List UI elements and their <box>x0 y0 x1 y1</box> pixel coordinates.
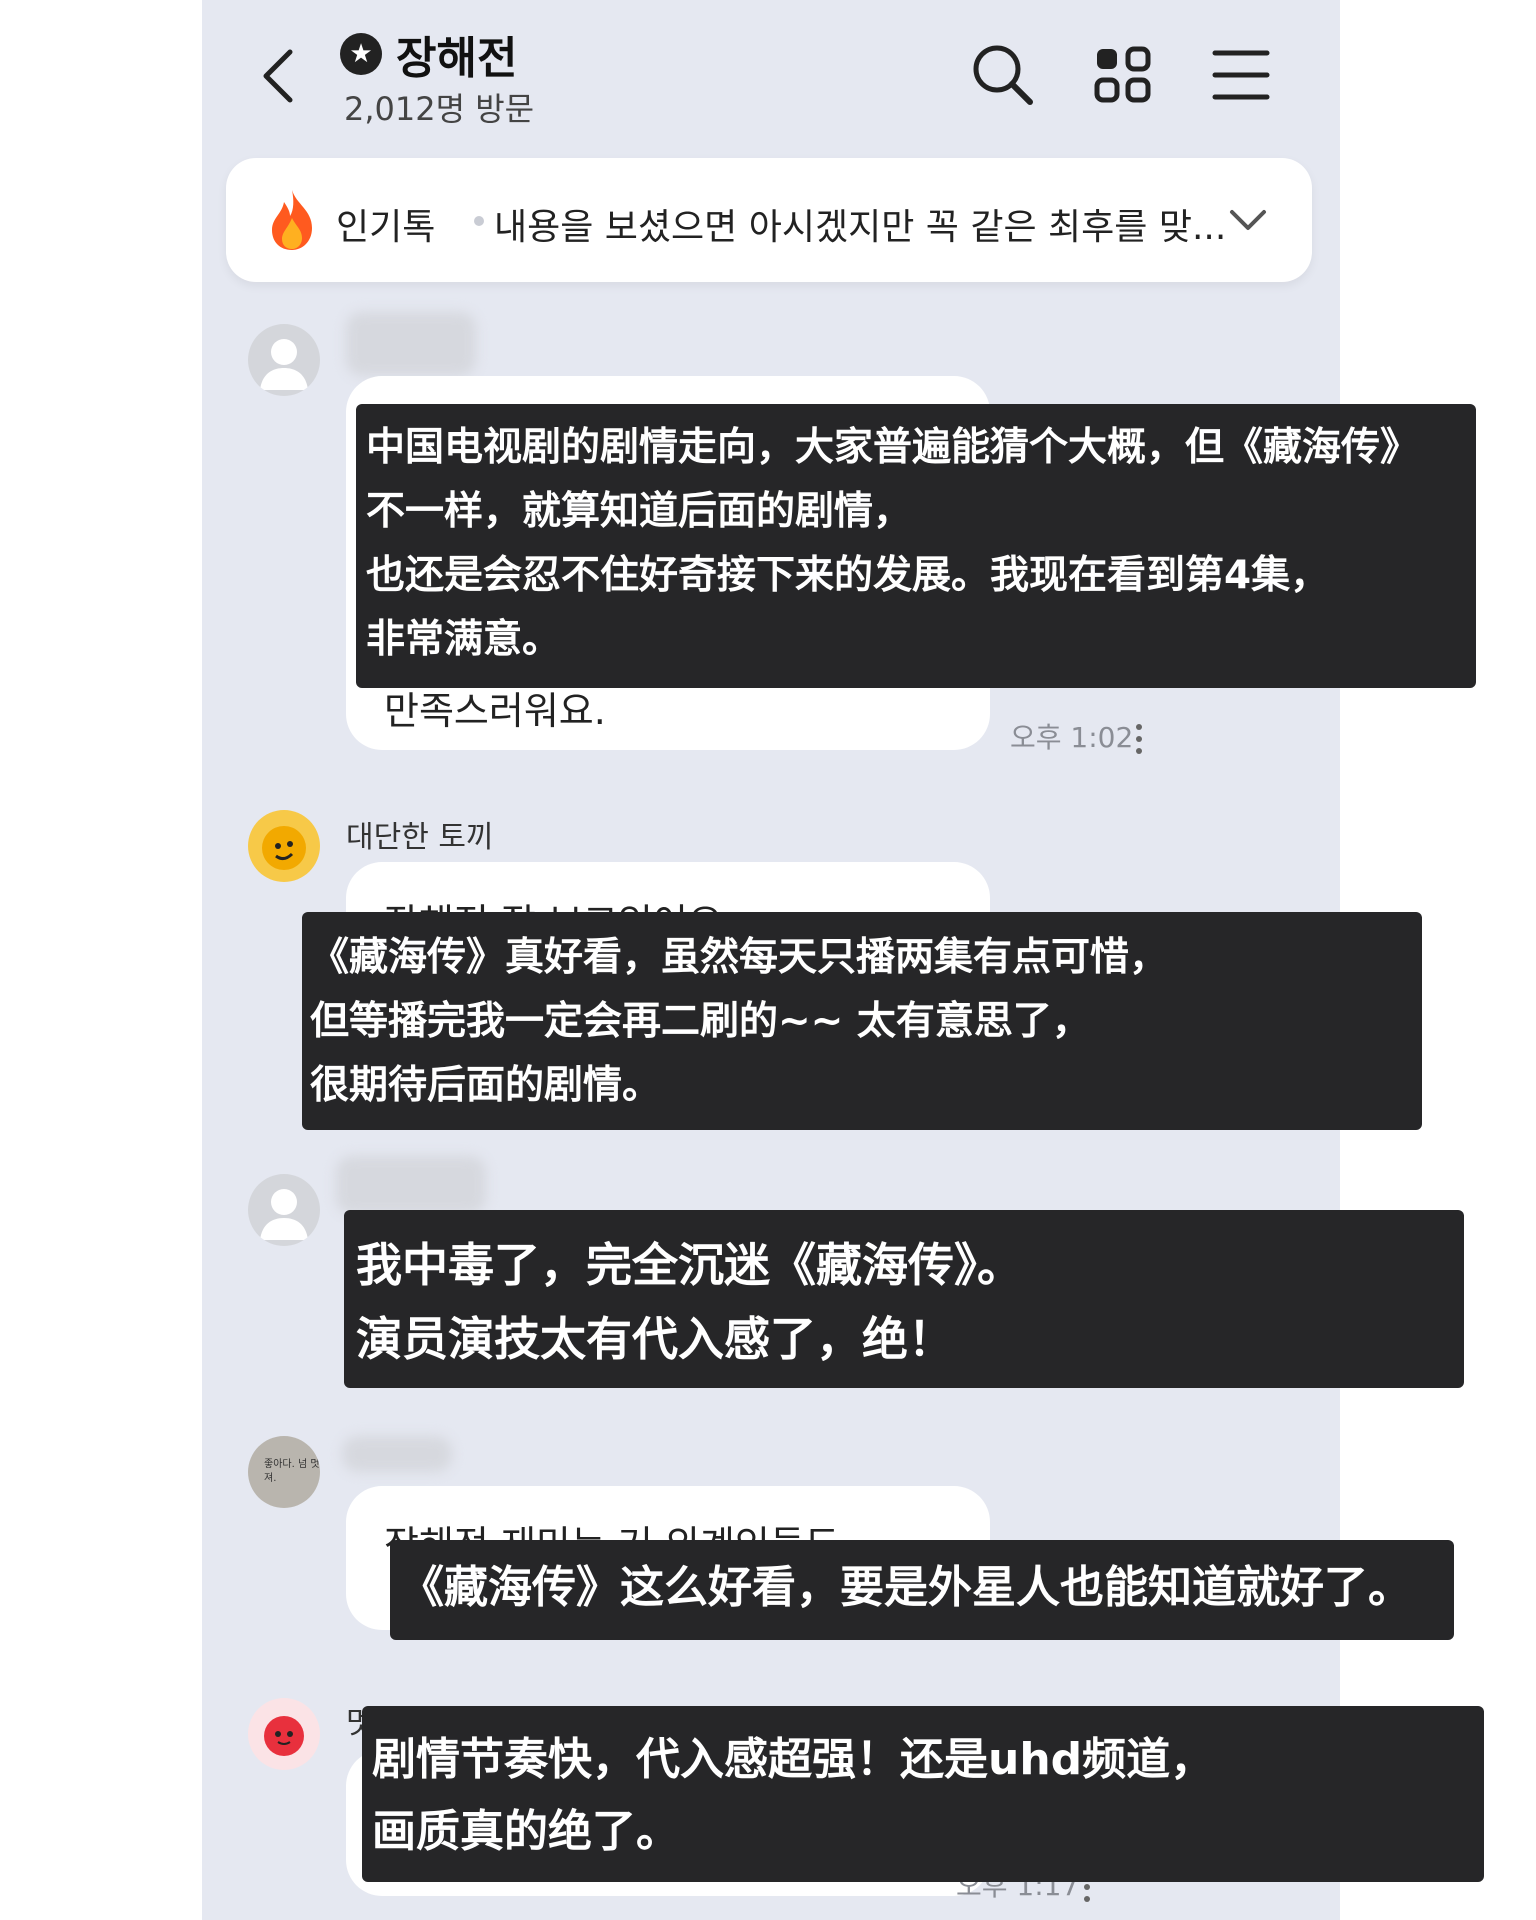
message-time: 오후 1:02 <box>1010 721 1134 754</box>
rabbit-avatar-icon <box>262 826 306 870</box>
default-user-icon <box>260 339 308 390</box>
chevron-left-icon <box>263 49 293 103</box>
avatar[interactable] <box>248 1698 320 1770</box>
translation-overlay-5: 剧情节奏快，代入感超强！还是uhd频道， 画质真的绝了。 <box>362 1706 1484 1882</box>
avatar[interactable]: 좋아다. 넘 멋져. <box>248 1436 320 1508</box>
sender-name: 대단한 토끼 <box>346 820 494 855</box>
overlay-line: 剧情节奏快，代入感超强！还是uhd频道， <box>372 1734 1215 1785</box>
avatar[interactable] <box>248 810 320 882</box>
popular-label: 인기톡 <box>336 207 436 248</box>
hamburger-menu-icon <box>1212 50 1270 100</box>
star-badge-icon: ★ <box>340 33 382 75</box>
blurred-name <box>336 1156 486 1214</box>
room-title-row[interactable]: ★ 장해전 <box>340 22 517 86</box>
overlay-line: 《藏海传》真好看，虽然每天只播两集有点可惜， <box>310 935 1169 980</box>
apps-button[interactable] <box>1088 40 1158 110</box>
translation-overlay-2: 《藏海传》真好看，虽然每天只播两集有点可惜， 但等播完我一定会再二刷的~~ 太有… <box>302 912 1422 1130</box>
fire-icon <box>272 190 312 250</box>
menu-button[interactable] <box>1206 40 1276 110</box>
message-text: 만족스러워요. <box>384 689 606 733</box>
search-icon <box>973 45 1033 105</box>
overlay-line: 我中毒了，完全沉迷《藏海传》。 <box>356 1238 1023 1292</box>
overlay-line: 画质真的绝了。 <box>372 1806 680 1857</box>
back-button[interactable] <box>258 46 298 106</box>
popular-text: 내용을 보셨으면 아시겠지만 꼭 같은 최후를 맞... <box>494 207 1227 248</box>
blurred-name <box>342 1436 452 1472</box>
overlay-line: 非常满意。 <box>366 617 562 662</box>
character-avatar-icon <box>264 1716 304 1756</box>
overlay-line: 不一样，就算知道后面的剧情， <box>366 489 913 534</box>
popular-talk-bar[interactable]: 인기톡 내용을 보셨으면 아시겠지만 꼭 같은 최후를 맞... <box>226 158 1312 282</box>
overlay-line: 《藏海传》这么好看，要是外星人也能知道就好了。 <box>400 1562 1412 1613</box>
overlay-line: 演员演技太有代入感了，绝！ <box>356 1312 954 1366</box>
overlay-line: 也还是会忍不住好奇接下来的发展。我现在看到第4集， <box>366 553 1330 598</box>
translation-overlay-1: 中国电视剧的剧情走向，大家普遍能猜个大概，但《藏海传》 不一样，就算知道后面的剧… <box>356 404 1476 688</box>
overlay-line: 很期待后面的剧情。 <box>310 1063 662 1108</box>
overlay-line: 但等播完我一定会再二刷的~~ 太有意思了， <box>310 999 1091 1044</box>
more-options-icon[interactable] <box>1136 724 1144 760</box>
chevron-down-icon[interactable] <box>1226 198 1270 242</box>
default-user-icon <box>260 1189 308 1240</box>
room-title: 장해전 <box>396 33 518 84</box>
avatar[interactable] <box>248 324 320 396</box>
grid-icon <box>1094 46 1151 103</box>
avatar[interactable] <box>248 1174 320 1246</box>
visitor-count: 2,012명 방문 <box>344 90 535 128</box>
translation-overlay-4: 《藏海传》这么好看，要是外星人也能知道就好了。 <box>390 1540 1454 1640</box>
overlay-line: 中国电视剧的剧情走向，大家普遍能猜个大概，但《藏海传》 <box>366 425 1420 470</box>
separator-dot <box>474 216 484 226</box>
blurred-name <box>346 312 476 376</box>
search-button[interactable] <box>968 40 1038 110</box>
translation-overlay-3: 我中毒了，完全沉迷《藏海传》。 演员演技太有代入感了，绝！ <box>344 1210 1464 1388</box>
avatar-caption: 좋아다. 넘 멋져. <box>264 1459 320 1484</box>
